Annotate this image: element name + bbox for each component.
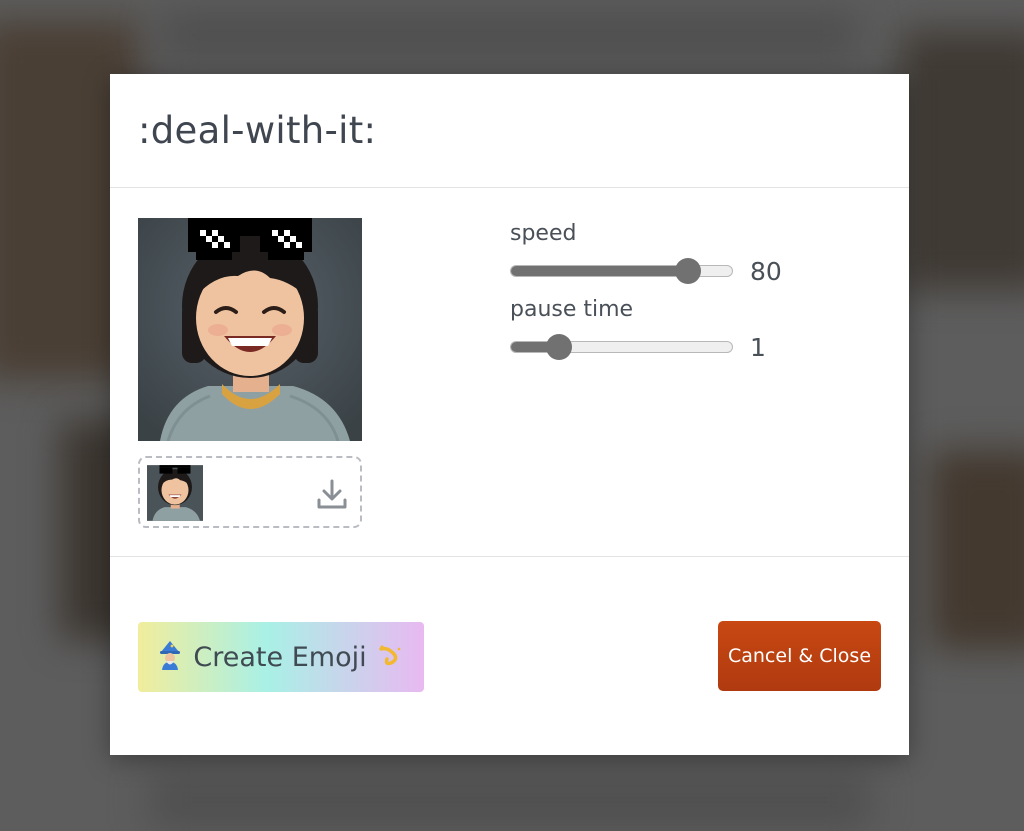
modal-footer: Create Emoji Cancel & Close [110, 557, 909, 755]
backdrop-blur [150, 770, 870, 830]
wizard-icon [157, 640, 183, 674]
pause-time-slider-thumb[interactable] [546, 334, 572, 360]
backdrop-blur [930, 450, 1024, 650]
pause-time-value: 1 [750, 333, 766, 362]
animation-controls: speed 80 pause time 1 [510, 218, 810, 370]
cancel-close-button[interactable]: Cancel & Close [718, 621, 881, 691]
emoji-thumbnail [147, 465, 203, 521]
backdrop-blur [900, 30, 1024, 290]
speed-value: 80 [750, 257, 782, 286]
speed-slider-thumb[interactable] [675, 258, 701, 284]
modal-title: :deal-with-it: [138, 109, 377, 152]
pause-time-slider-track[interactable] [510, 341, 733, 353]
speed-slider-fill [511, 266, 688, 276]
speed-slider-row: 80 [510, 250, 810, 294]
download-icon[interactable] [316, 478, 348, 510]
create-emoji-label: Create Emoji [193, 641, 367, 673]
pause-time-slider-row: 1 [510, 326, 810, 370]
modal-header: :deal-with-it: [110, 74, 909, 188]
emoji-modal: :deal-with-it: speed 80 pause time 1 Cre… [110, 74, 909, 755]
emoji-preview-image [138, 218, 362, 441]
sparkle-swirl-icon [377, 641, 405, 673]
speed-label: speed [510, 221, 577, 246]
modal-body: speed 80 pause time 1 [110, 188, 909, 557]
pause-time-label: pause time [510, 297, 634, 322]
download-box [138, 456, 362, 528]
backdrop-blur [160, 10, 860, 60]
create-emoji-button[interactable]: Create Emoji [138, 622, 424, 692]
